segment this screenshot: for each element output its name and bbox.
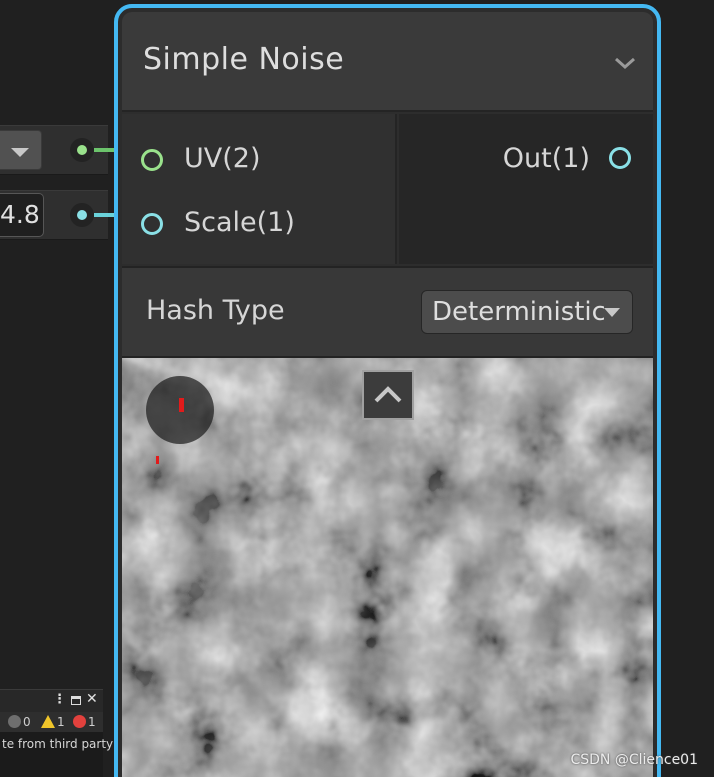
warning-icon	[41, 715, 55, 728]
red-marker-small	[156, 456, 159, 464]
maximize-icon[interactable]	[71, 696, 81, 705]
output-ports-panel: Out(1)	[399, 114, 653, 264]
console-counters: 0 1 1	[0, 712, 103, 732]
uv-port-dot[interactable]	[141, 149, 163, 171]
node-settings: Hash Type Deterministic	[122, 266, 653, 356]
info-count-toggle[interactable]: 0	[8, 715, 31, 730]
hash-type-value: Deterministic	[432, 297, 604, 327]
watermark: CSDN @Clience01	[570, 752, 698, 768]
hash-type-select[interactable]: Deterministic	[421, 290, 633, 334]
console-header: ⋮ ✕	[0, 690, 103, 712]
node-title: Simple Noise	[143, 42, 345, 77]
error-icon	[73, 715, 86, 728]
scale-port-label: Scale(1)	[184, 207, 295, 238]
triangle-down-icon	[11, 148, 29, 157]
error-count-toggle[interactable]: 1	[73, 715, 96, 730]
warning-count-toggle[interactable]: 1	[41, 715, 65, 730]
triangle-down-icon	[604, 308, 620, 317]
scale-source-port[interactable]	[70, 203, 94, 227]
uv-channel-dropdown[interactable]	[0, 130, 42, 170]
console-window[interactable]: ⋮ ✕ 0 1 1 te from third party	[0, 689, 113, 777]
more-vertical-icon[interactable]: ⋮	[53, 692, 66, 707]
console-message[interactable]: te from third party	[2, 737, 113, 751]
red-marker	[179, 398, 184, 412]
uv-port-label: UV(2)	[184, 143, 261, 174]
input-port-uv[interactable]: UV(2)	[122, 140, 395, 180]
uv-source-port[interactable]	[70, 138, 94, 162]
out-port-label: Out(1)	[502, 143, 590, 174]
noise-preview-image	[122, 358, 653, 777]
out-port-dot[interactable]	[609, 147, 631, 169]
simple-noise-node[interactable]: Simple Noise UV(2) Scale(1) Out(1) Hash …	[114, 4, 661, 777]
warning-count: 1	[57, 715, 65, 729]
close-icon[interactable]: ✕	[86, 691, 98, 707]
info-count: 0	[23, 715, 31, 729]
scale-port-dot[interactable]	[141, 213, 163, 235]
scale-value-field[interactable]: 4.8	[0, 193, 44, 237]
preview-collapse-button[interactable]	[362, 370, 414, 420]
noise-preview	[122, 356, 653, 777]
chevron-up-icon	[374, 386, 402, 403]
info-icon	[8, 715, 21, 728]
input-ports-panel: UV(2) Scale(1)	[122, 114, 397, 264]
node-title-bar[interactable]: Simple Noise	[122, 12, 653, 112]
node-ports: UV(2) Scale(1) Out(1)	[122, 114, 653, 264]
shader-graph-canvas[interactable]: 4.8 Simple Noise UV(2) Scale(1) Out(1) H…	[0, 0, 714, 777]
input-port-scale[interactable]: Scale(1)	[122, 204, 395, 244]
error-count: 1	[88, 715, 96, 729]
chevron-down-icon[interactable]	[614, 56, 636, 70]
hash-type-label: Hash Type	[146, 295, 285, 326]
